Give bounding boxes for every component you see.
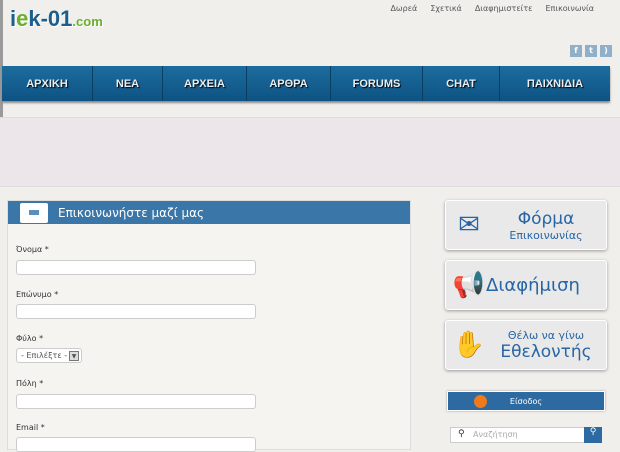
first-name-label: Όνομα * bbox=[16, 245, 49, 254]
megaphone-icon: 📢 bbox=[452, 270, 486, 300]
nav-forums[interactable]: FORUMS bbox=[331, 66, 423, 101]
advertise-label: Διαφήμιση bbox=[486, 274, 580, 296]
hand-icon: ✋ bbox=[452, 330, 486, 360]
nav-files[interactable]: ΑΡΧΕΙΑ bbox=[163, 66, 247, 101]
last-name-input[interactable] bbox=[16, 304, 256, 319]
contact-line1: Φόρμα bbox=[517, 208, 575, 229]
nav-articles[interactable]: ΑΡΘΡΑ bbox=[247, 66, 331, 101]
panel-header: Επικοινωνήστε μαζί μας bbox=[8, 201, 410, 224]
gender-select[interactable]: - Επιλέξτε - ▼ bbox=[16, 348, 82, 363]
link-about[interactable]: Σχετικά bbox=[430, 4, 462, 13]
rss-icon[interactable]: ) bbox=[600, 45, 612, 57]
nav-home[interactable]: ΑΡΧΙΚΗ bbox=[2, 66, 93, 101]
search-icon: ⚲ bbox=[458, 429, 465, 439]
social-links: f t ) bbox=[570, 45, 612, 57]
gender-value: - Επιλέξτε - bbox=[21, 351, 68, 360]
contact-form-button[interactable]: ✉ Φόρμα Επικοινωνίας bbox=[445, 200, 607, 250]
link-contact[interactable]: Επικοινωνία bbox=[545, 4, 594, 13]
email-label: Email * bbox=[16, 423, 45, 432]
advertise-button[interactable]: 📢 Διαφήμιση bbox=[445, 260, 607, 310]
last-name-label: Επώνυμο * bbox=[16, 290, 59, 299]
search-button[interactable]: ⚲ bbox=[584, 427, 602, 443]
envelope-icon: ✉ bbox=[458, 210, 480, 240]
envelope-icon bbox=[20, 203, 48, 223]
site-logo[interactable]: iek-01.com bbox=[10, 6, 103, 32]
twitter-icon[interactable]: t bbox=[585, 45, 597, 57]
login-button[interactable]: Είσοδος bbox=[447, 391, 605, 411]
volunteer-button[interactable]: ✋ Θέλω να γίνω Εθελοντής bbox=[445, 320, 607, 370]
contact-line2: Επικοινωνίας bbox=[509, 228, 583, 242]
panel-title: Επικοινωνήστε μαζί μας bbox=[58, 205, 205, 220]
link-donate[interactable]: Δωρεά bbox=[390, 4, 417, 13]
nav-games[interactable]: ΠΑΙΧΝΙΔΙΑ bbox=[500, 66, 610, 101]
contact-form-panel: Επικοινωνήστε μαζί μας Όνομα * Επώνυμο *… bbox=[7, 200, 411, 452]
search-placeholder: Αναζήτηση bbox=[473, 430, 518, 439]
link-advertise[interactable]: Διαφημιστείτε bbox=[475, 4, 533, 13]
search-input[interactable]: ⚲ Αναζήτηση ⚲ bbox=[450, 427, 602, 443]
keyhole-icon bbox=[474, 395, 487, 408]
facebook-icon[interactable]: f bbox=[570, 45, 582, 57]
banner-area bbox=[0, 117, 620, 187]
login-label: Είσοδος bbox=[509, 396, 543, 406]
volunteer-line2: Εθελοντής bbox=[500, 341, 592, 362]
top-links: Δωρεά Σχετικά Διαφημιστείτε Επικοινωνία bbox=[390, 4, 594, 13]
city-label: Πόλη * bbox=[16, 379, 44, 388]
chevron-down-icon: ▼ bbox=[69, 351, 79, 361]
nav-news[interactable]: ΝΕΑ bbox=[93, 66, 163, 101]
main-nav: ΑΡΧΙΚΗ ΝΕΑ ΑΡΧΕΙΑ ΑΡΘΡΑ FORUMS CHAT ΠΑΙΧ… bbox=[2, 66, 610, 101]
volunteer-line1: Θέλω να γίνω bbox=[507, 328, 585, 342]
first-name-input[interactable] bbox=[16, 260, 256, 275]
gender-label: Φύλο * bbox=[16, 334, 44, 343]
nav-chat[interactable]: CHAT bbox=[423, 66, 500, 101]
email-input[interactable] bbox=[16, 437, 256, 452]
city-input[interactable] bbox=[16, 394, 256, 409]
